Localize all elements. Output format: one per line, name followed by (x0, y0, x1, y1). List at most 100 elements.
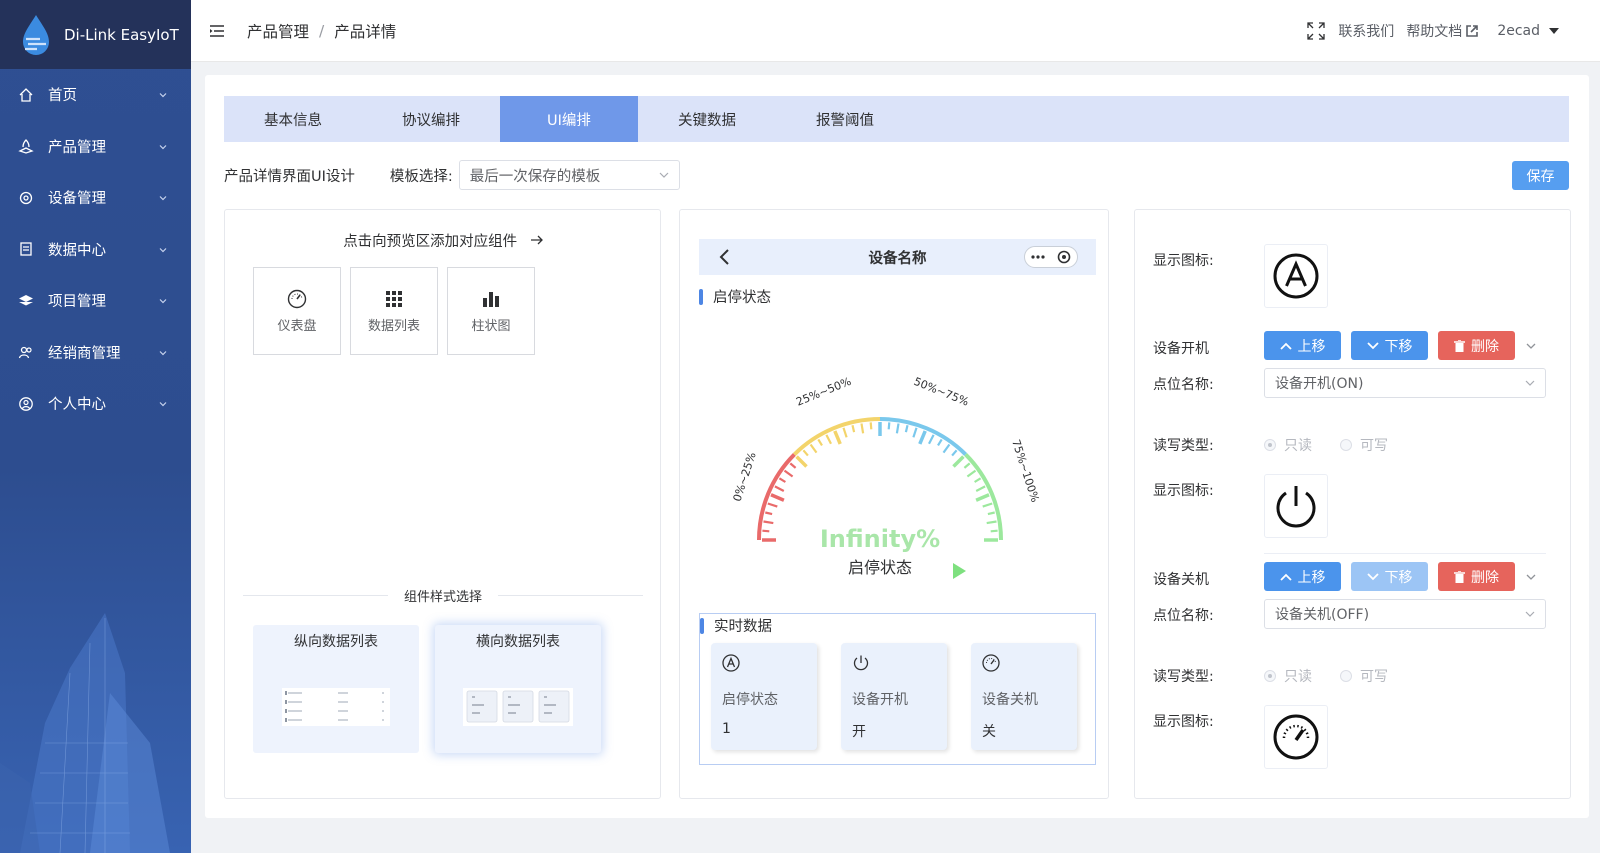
component-gauge[interactable]: 仪表盘 (253, 267, 341, 355)
tab-protocol[interactable]: 协议编排 (362, 96, 500, 142)
realtime-value: 开 (852, 724, 866, 740)
display-icon-label: 显示图标: (1153, 714, 1214, 730)
point-label: 点位名称: (1153, 377, 1214, 393)
move-down-button[interactable]: 下移 (1351, 562, 1428, 591)
style-horizontal-list[interactable]: 横向数据列表 (435, 625, 601, 753)
phone-header: 设备名称 (699, 239, 1096, 275)
fullscreen-icon[interactable] (1306, 21, 1326, 41)
vertical-list-preview (282, 688, 390, 726)
section-title: 启停状态 (713, 290, 771, 306)
tab-key-data[interactable]: 关键数据 (638, 96, 776, 142)
component-data-list[interactable]: 数据列表 (350, 267, 438, 355)
sidebar-item-data[interactable]: 数据中心 (0, 224, 191, 276)
chevron-down-icon (1366, 341, 1379, 349)
sidebar-item-label: 首页 (48, 88, 77, 105)
realtime-card[interactable]: 设备关机 关 (971, 643, 1077, 750)
chevron-down-icon (659, 172, 669, 178)
sidebar-item-home[interactable]: 首页 (0, 69, 191, 121)
gauge-tick (860, 423, 865, 434)
user-dropdown[interactable]: 2ecad (1497, 23, 1560, 39)
delete-button[interactable]: 删除 (1438, 331, 1515, 360)
section-marker (700, 617, 704, 634)
back-chevron-icon[interactable] (719, 249, 731, 265)
radio-readonly[interactable]: 只读 (1264, 435, 1312, 455)
chevron-down-icon (159, 350, 167, 355)
component-panel: 点击向预览区添加对应组件 仪表盘 数据列表 柱状图 组件样式选择 纵向数据列表 (224, 209, 661, 799)
gauge-tick (809, 443, 818, 454)
display-icon-picker[interactable] (1264, 474, 1328, 538)
display-icon-picker[interactable] (1264, 244, 1328, 308)
sidebar-item-label: 经销商管理 (48, 345, 121, 362)
data-icon (18, 241, 34, 257)
product-icon (18, 138, 34, 154)
breadcrumb: 产品管理 / 产品详情 (247, 20, 396, 42)
move-down-label: 下移 (1384, 338, 1413, 355)
realtime-card[interactable]: 设备开机 开 (841, 643, 947, 750)
gauge-chart[interactable]: 0%~25% 25%~50% 50%~75% 75%~100% Infinity… (730, 350, 1070, 580)
tabs-bar: 基本信息 协议编排 UI编排 关键数据 报警阈值 (224, 96, 1569, 142)
point-select[interactable]: 设备关机(OFF) (1264, 599, 1546, 629)
gauge-pointer (953, 563, 966, 579)
gauge-tick (869, 422, 873, 430)
move-down-button[interactable]: 下移 (1351, 331, 1428, 360)
menu-toggle-icon[interactable] (209, 24, 225, 38)
chevron-down-icon (159, 402, 167, 407)
radio-writable[interactable]: 可写 (1340, 435, 1388, 455)
display-icon-picker[interactable] (1264, 705, 1328, 769)
sidebar-item-personal[interactable]: 个人中心 (0, 378, 191, 430)
display-icon-label: 显示图标: (1153, 253, 1214, 269)
tab-alarm-threshold[interactable]: 报警阈值 (776, 96, 914, 142)
radio-label: 只读 (1284, 669, 1312, 685)
help-doc-link[interactable]: 帮助文档 (1406, 21, 1479, 41)
gauge-tick (952, 455, 965, 468)
hint-text: 点击向预览区添加对应组件 (343, 234, 518, 250)
chevron-up-icon (1279, 342, 1292, 350)
gauge-tick (762, 529, 770, 533)
chevron-down-icon (159, 247, 167, 252)
move-up-button[interactable]: 上移 (1264, 562, 1341, 591)
realtime-label: 设备开机 (852, 692, 908, 708)
contact-link[interactable]: 联系我们 (1338, 21, 1394, 41)
point-value: 设备关机(OFF) (1275, 607, 1370, 623)
brand-logo[interactable]: Di-Link EasyIoT (0, 0, 191, 69)
help-doc-label: 帮助文档 (1406, 24, 1463, 40)
realtime-data-box[interactable]: 实时数据 启停状态 1 设备开机 开 设备关机 关 (699, 613, 1096, 765)
username: 2ecad (1497, 23, 1540, 39)
template-select[interactable]: 最后一次保存的模板 (458, 160, 680, 190)
sidebar-item-dealer[interactable]: 经销商管理 (0, 327, 191, 379)
chevron-down-icon (1525, 380, 1535, 386)
preview-panel: 设备名称 启停状态 0%~25% 25%~50% 50%~75% 75%~100… (679, 209, 1109, 799)
external-link-icon (1466, 25, 1479, 37)
arrow-right-icon (530, 235, 543, 245)
gauge-icon (287, 289, 307, 308)
power-icon (853, 655, 869, 671)
gauge-tick (767, 502, 778, 508)
gauge-tick (942, 443, 951, 454)
breadcrumb-item[interactable]: 产品管理 (247, 20, 309, 42)
section-start-stop: 启停状态 (699, 286, 771, 307)
collapse-chevron-icon[interactable] (1525, 340, 1537, 352)
tab-basic-info[interactable]: 基本信息 (224, 96, 362, 142)
sidebar-item-device[interactable]: 设备管理 (0, 172, 191, 224)
tab-ui-layout[interactable]: UI编排 (500, 96, 638, 142)
gauge-segment-label: 0%~25% (731, 451, 759, 504)
config-item-name: 设备开机 (1153, 341, 1209, 357)
radio-writable[interactable]: 可写 (1340, 666, 1388, 686)
point-select[interactable]: 设备开机(ON) (1264, 368, 1546, 398)
component-bar-chart[interactable]: 柱状图 (447, 267, 535, 355)
gauge-tick (763, 520, 774, 525)
project-icon (18, 293, 34, 309)
radio-readonly[interactable]: 只读 (1264, 666, 1312, 686)
gauge-tick (937, 438, 943, 446)
style-vertical-list[interactable]: 纵向数据列表 (253, 625, 419, 753)
gauge-tick (802, 449, 809, 457)
move-up-button[interactable]: 上移 (1264, 331, 1341, 360)
collapse-chevron-icon[interactable] (1525, 571, 1537, 583)
sidebar-item-project[interactable]: 项目管理 (0, 275, 191, 327)
miniapp-capsule[interactable] (1024, 246, 1078, 268)
sidebar-item-product[interactable]: 产品管理 (0, 121, 191, 173)
save-button[interactable]: 保存 (1512, 161, 1569, 190)
delete-button[interactable]: 删除 (1438, 562, 1515, 591)
realtime-card[interactable]: 启停状态 1 (711, 643, 817, 750)
gauge-tick (887, 422, 891, 430)
